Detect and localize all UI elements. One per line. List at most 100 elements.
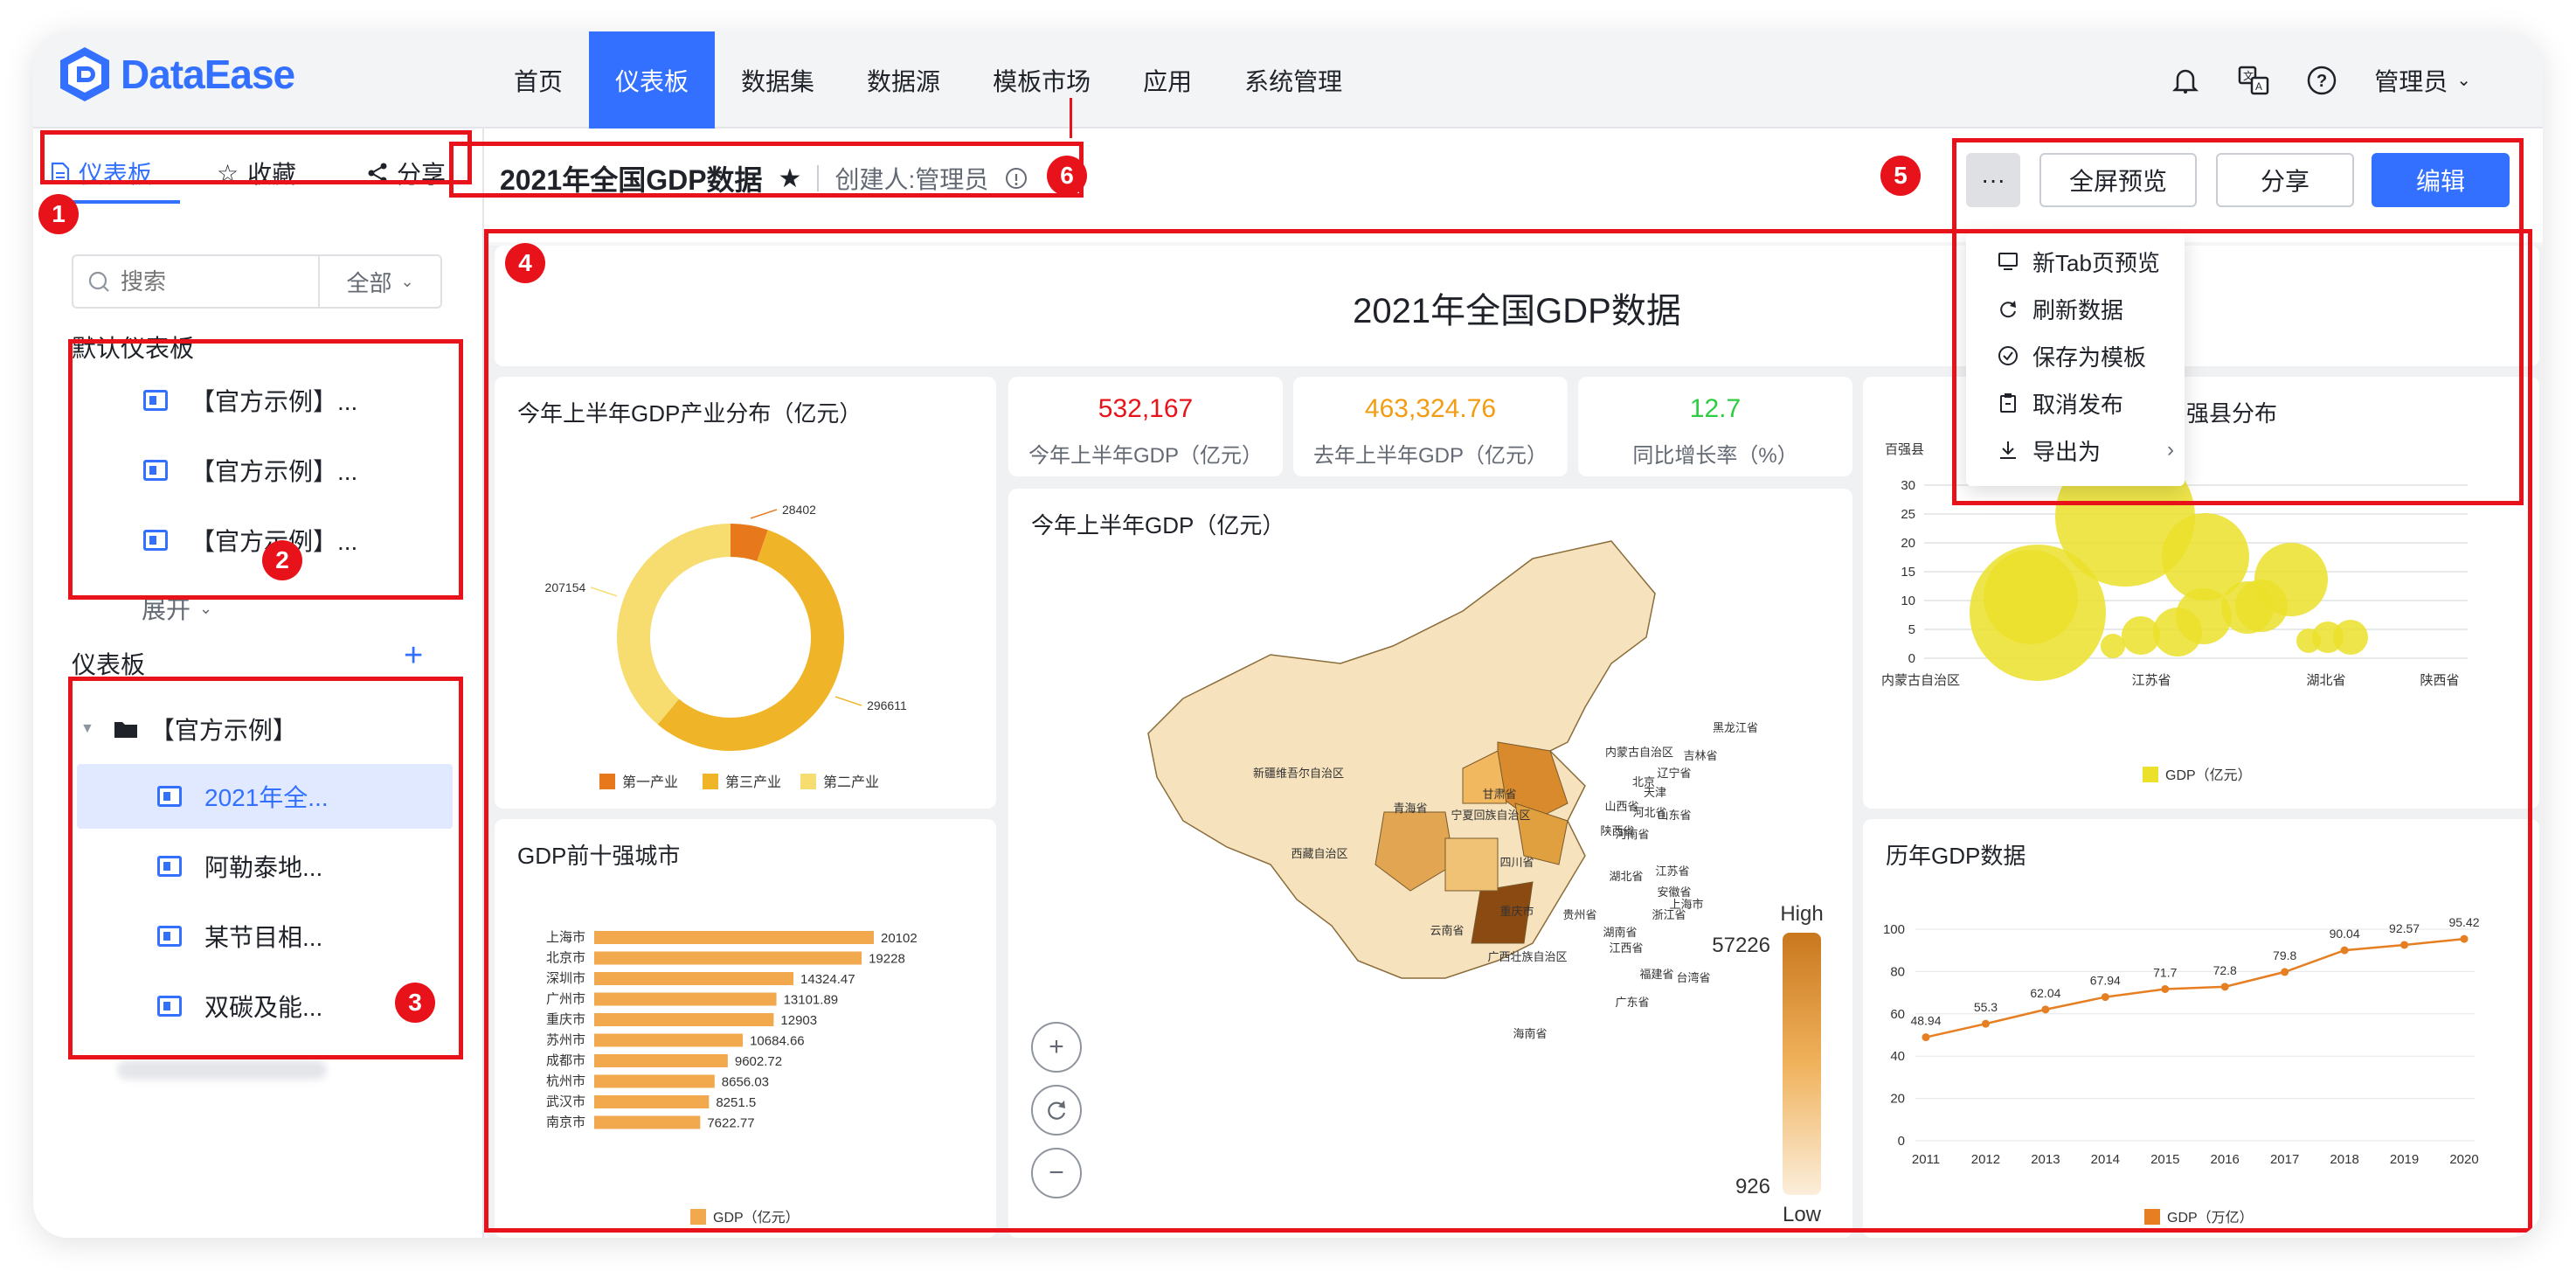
province-label: 青海省 [1393, 802, 1427, 815]
bar-chart: 上海市 20102 北京市 19228 深圳市 14324.47 广州市 13101.89 重庆… [546, 930, 918, 1226]
top-cities-card: GDP前十强城市 上海市 20102 北京市 19228 深圳市 14324.47 广州市 1… [495, 819, 996, 1238]
default-dashboards-title: 默认仪表板 [72, 335, 195, 362]
menu-item-dataset[interactable]: 数据集 [715, 31, 841, 128]
annotation-badge-2: 2 [262, 540, 302, 580]
legend-swatch [800, 774, 816, 789]
bar [594, 972, 794, 985]
bar [594, 1095, 710, 1108]
tab-share[interactable]: 分享 [367, 148, 446, 198]
bubble [2333, 620, 2368, 655]
kpi-label: 去年上半年GDP（亿元） [1312, 444, 1548, 468]
menu-refresh-data[interactable]: 刷新数据 [1966, 285, 2185, 332]
dashboard-icon [143, 530, 168, 551]
bar [594, 1115, 701, 1129]
menu-item-home[interactable]: 首页 [488, 31, 589, 128]
search-input[interactable] [114, 267, 288, 295]
donut-slice [617, 524, 731, 725]
slice-value-label: 28402 [782, 503, 816, 517]
data-point [2460, 934, 2469, 943]
x-tick-label: 2018 [2330, 1152, 2358, 1167]
slice-value-label: 296611 [867, 698, 907, 712]
tab-dashboard[interactable]: 仪表板 [51, 148, 152, 198]
user-name: 管理员 [2374, 67, 2448, 95]
folder-row[interactable]: ▼ 【官方示例】 [77, 697, 453, 761]
user-menu[interactable]: 管理员 ⌄ [2374, 63, 2471, 98]
add-dashboard-button[interactable]: + [404, 637, 423, 675]
dashboard-canvas: 2021年全国GDP数据 今年上半年GDP产业分布（亿元） 28402 29661… [488, 246, 2543, 1238]
menu-item-system[interactable]: 系统管理 [1218, 31, 1368, 128]
monitor-icon [1998, 253, 2018, 270]
visual-map-low-label: Low [1783, 1203, 1822, 1226]
donut-chart: 28402 296611 207154 第一产业 第三产业 第二产业 [545, 503, 907, 790]
x-tick-label: 2012 [1971, 1152, 2000, 1167]
bar [594, 992, 777, 1006]
line-chart: 0 20 40 60 80 100 2011 2012 2013 2014 2015 2016 2017… [1883, 915, 2480, 1226]
y-tick-label: 5 [1908, 622, 1915, 637]
menu-unpublish[interactable]: 取消发布 [1966, 379, 2185, 427]
logo[interactable]: DataEase [58, 45, 295, 103]
menu-item-template-market[interactable]: 模板市场 [966, 31, 1117, 128]
chevron-right-icon: › [2167, 438, 2175, 462]
y-tick-label: 15 [1901, 565, 1915, 580]
legend-label: GDP（亿元） [2165, 767, 2252, 783]
y-tick-label: 60 [1890, 1007, 1905, 1022]
expand-button[interactable]: 展开 ⌄ [77, 576, 252, 641]
dashboard-item-1[interactable]: 2021年全... [77, 764, 453, 829]
data-point [1922, 1033, 1930, 1042]
history-line-card: 历年GDP数据 0 20 40 60 80 100 2011 2012 2013 2014 2015… [1863, 819, 2539, 1238]
dashboard-item-label: 阿勒泰地... [204, 854, 323, 881]
zoom-out-button[interactable]: − [1031, 1148, 1082, 1198]
default-item-1[interactable]: 【官方示例】... [77, 368, 453, 433]
province-label: 江苏省 [1655, 865, 1689, 878]
bar-category-label: 深圳市 [546, 971, 585, 986]
province-region [1444, 837, 1499, 892]
x-tick-label: 2020 [2449, 1152, 2478, 1167]
tab-favorites[interactable]: ☆ 收藏 [217, 148, 296, 198]
dashboard-item-label: 某节目相... [204, 924, 323, 951]
menu-label: 保存为模板 [2032, 344, 2147, 371]
menu-item-datasource[interactable]: 数据源 [841, 31, 966, 128]
star-filled-icon[interactable]: ★ [779, 163, 802, 194]
x-tick-label: 江苏省 [2131, 673, 2171, 688]
annotation-badge-5: 5 [1880, 156, 1921, 196]
dashboard-item-3[interactable]: 某节目相... [77, 904, 453, 969]
zoom-in-button[interactable]: + [1031, 1022, 1082, 1073]
legend-swatch [599, 774, 615, 789]
download-icon [2000, 441, 2016, 459]
dashboard-icon [157, 856, 182, 877]
refresh-icon [1048, 1101, 1066, 1120]
province-label: 新疆维吾尔自治区 [1253, 767, 1344, 780]
info-icon[interactable] [1004, 166, 1028, 191]
data-label: 55.3 [1974, 1000, 1998, 1014]
annotation-connector [1070, 98, 1072, 138]
reset-zoom-button[interactable] [1031, 1085, 1082, 1136]
default-item-2[interactable]: 【官方示例】... [77, 438, 453, 503]
province-label: 安徽省 [1657, 886, 1691, 899]
province-label: 贵州省 [1562, 908, 1596, 921]
bar-category-label: 重庆市 [546, 1012, 585, 1027]
data-point [2101, 993, 2109, 1002]
menu-export[interactable]: 导出为 › [1966, 427, 2185, 474]
legend-label: GDP（亿元） [713, 1210, 800, 1226]
menu-save-template[interactable]: 保存为模板 [1966, 332, 2185, 379]
filter-select[interactable]: 全部 ⌄ [318, 256, 440, 307]
fullscreen-preview-button[interactable]: 全屏预览 [2039, 153, 2197, 207]
refresh-icon [2000, 301, 2016, 318]
menu-item-dashboard[interactable]: 仪表板 [589, 31, 716, 128]
data-point [2400, 941, 2409, 949]
edit-button[interactable]: 编辑 [2372, 153, 2510, 207]
bar-value-label: 10684.66 [750, 1034, 805, 1049]
tab-dashboard-label: 仪表板 [79, 161, 153, 188]
share-button[interactable]: 分享 [2216, 153, 2354, 207]
china-map[interactable]: 黑龙江省吉林省内蒙古自治区新疆维吾尔自治区 辽宁省甘肃省北京天津河北省宁夏回族自治… [1008, 489, 1852, 1238]
menu-label: 导出为 [2032, 438, 2102, 465]
canvas-title: 2021年全国GDP数据 [1353, 292, 1681, 330]
translate-icon[interactable]: 文A [2238, 65, 2269, 96]
help-icon[interactable]: ? [2306, 65, 2337, 96]
menu-item-apps[interactable]: 应用 [1117, 31, 1218, 128]
dashboard-item-2[interactable]: 阿勒泰地... [77, 834, 453, 899]
more-button[interactable]: ··· [1966, 153, 2020, 207]
menu-new-tab-preview[interactable]: 新Tab页预览 [1966, 238, 2185, 285]
province-label: 山西省 [1604, 800, 1638, 813]
bell-icon[interactable] [2170, 65, 2201, 96]
